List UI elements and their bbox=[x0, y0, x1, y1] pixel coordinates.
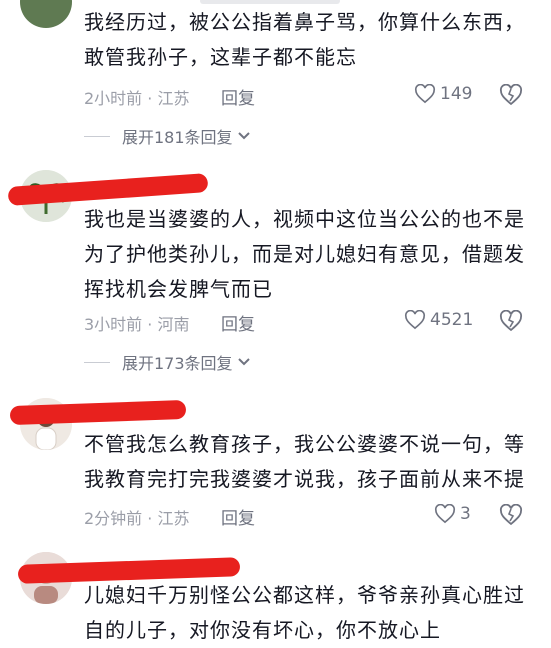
comment-text: 儿媳妇千万别怪公公都这样，爷爷亲孙真心胜过自的儿子，对你没有坏心，你不放心上 bbox=[84, 583, 525, 642]
comment-meta: 2分钟前 · 江苏 bbox=[84, 509, 190, 528]
like-count: 3 bbox=[460, 504, 471, 524]
reply-button[interactable]: 回复 bbox=[221, 504, 255, 529]
divider bbox=[84, 361, 110, 363]
expand-replies-label: 展开181条回复 bbox=[122, 128, 233, 147]
expand-replies-button[interactable]: 展开173条回复 bbox=[84, 350, 251, 374]
avatar[interactable] bbox=[20, 0, 72, 28]
expand-replies-label: 展开173条回复 bbox=[122, 354, 233, 373]
heart-icon bbox=[434, 504, 456, 524]
dislike-heart-icon[interactable] bbox=[499, 310, 523, 332]
cropped-header-fragment bbox=[200, 0, 340, 4]
divider bbox=[84, 135, 110, 137]
comment-text: 我也是当婆婆的人，视频中这位当公公的也不是为了护他类孙儿，而是对儿媳妇有意见，借… bbox=[84, 207, 525, 301]
comment-text: 不管我怎么教育孩子，我公公婆婆不说一句，等我教育完打完我婆婆才说我，孩子面前从来… bbox=[84, 432, 525, 491]
dislike-heart-icon[interactable] bbox=[499, 84, 523, 106]
chevron-down-icon bbox=[237, 132, 250, 140]
like-button[interactable]: 3 bbox=[434, 504, 471, 524]
like-count: 149 bbox=[440, 84, 473, 104]
comment-meta: 3小时前 · 河南 bbox=[84, 315, 190, 334]
like-button[interactable]: 4521 bbox=[404, 310, 473, 330]
like-button[interactable]: 149 bbox=[414, 84, 472, 104]
chevron-down-icon bbox=[237, 358, 250, 366]
reply-button[interactable]: 回复 bbox=[221, 310, 255, 335]
comment-meta: 2小时前 · 江苏 bbox=[84, 89, 190, 108]
like-count: 4521 bbox=[430, 310, 474, 330]
dislike-heart-icon[interactable] bbox=[499, 504, 523, 526]
heart-icon bbox=[414, 84, 436, 104]
comment-text: 我经历过，被公公指着鼻子骂，你算什么东西，敢管我孙子，这辈子都不能忘 bbox=[84, 10, 525, 69]
expand-replies-button[interactable]: 展开181条回复 bbox=[84, 124, 251, 148]
reply-button[interactable]: 回复 bbox=[221, 84, 255, 109]
heart-icon bbox=[404, 310, 426, 330]
